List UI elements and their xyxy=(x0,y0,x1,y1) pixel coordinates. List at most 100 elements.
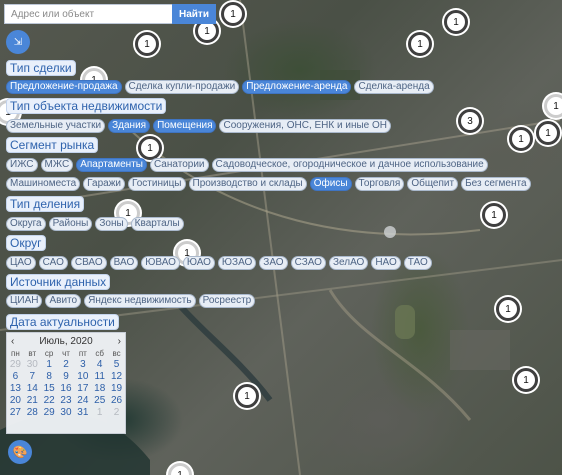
filter-chip[interactable]: САО xyxy=(38,256,68,270)
calendar-day[interactable]: 27 xyxy=(7,407,24,418)
calendar-day[interactable]: 9 xyxy=(58,371,75,382)
filter-chip[interactable]: Производство и склады xyxy=(188,177,307,191)
filter-chip[interactable]: Сделка купли-продажи xyxy=(124,80,240,94)
map-cluster-marker[interactable]: 1 xyxy=(138,136,162,160)
calendar-day[interactable]: 5 xyxy=(108,359,125,370)
filter-chip[interactable]: Кварталы xyxy=(130,217,184,231)
map-cluster-marker[interactable]: 1 xyxy=(544,94,562,118)
search-button[interactable]: Найти xyxy=(172,4,216,24)
calendar-day[interactable]: 18 xyxy=(91,383,108,394)
calendar-day[interactable]: 24 xyxy=(74,395,91,406)
calendar-day[interactable]: 4 xyxy=(91,359,108,370)
calendar-day[interactable]: 26 xyxy=(108,395,125,406)
calendar-day[interactable]: 2 xyxy=(108,407,125,418)
filter-chip[interactable]: Сооружения, ОНС, ЕНК и иные ОН xyxy=(219,119,391,133)
calendar-day[interactable]: 20 xyxy=(7,395,24,406)
calendar-day[interactable]: 30 xyxy=(58,407,75,418)
filter-chip[interactable]: ВАО xyxy=(109,256,139,270)
filter-chip[interactable]: Садоводческое, огородническое и дачное и… xyxy=(211,158,488,172)
calendar-day[interactable]: 1 xyxy=(41,359,58,370)
filter-chip[interactable]: Районы xyxy=(48,217,93,231)
calendar-day[interactable]: 8 xyxy=(41,371,58,382)
map-cluster-marker[interactable]: 1 xyxy=(444,10,468,34)
filter-chip[interactable]: ЮЗАО xyxy=(217,256,257,270)
filter-chip[interactable]: Округа xyxy=(6,217,46,231)
calendar-day[interactable]: 22 xyxy=(41,395,58,406)
filter-chip[interactable]: ЗАО xyxy=(259,256,288,270)
map-cluster-marker[interactable]: 1 xyxy=(514,368,538,392)
collapse-arrows-icon: ⇲ xyxy=(13,36,23,48)
calendar-day[interactable]: 25 xyxy=(91,395,108,406)
filter-chip[interactable]: Зоны xyxy=(95,217,128,231)
filter-chip[interactable]: ЦИАН xyxy=(6,294,43,308)
calendar-day[interactable]: 29 xyxy=(41,407,58,418)
collapse-panel-button[interactable]: ⇲ xyxy=(6,30,30,54)
filter-chip[interactable]: Машиноместа xyxy=(6,177,81,191)
filter-chip[interactable]: Земельные участки xyxy=(6,119,106,133)
calendar-day[interactable]: 15 xyxy=(41,383,58,394)
calendar-day[interactable]: 1 xyxy=(91,407,108,418)
filter-chip[interactable]: ИЖС xyxy=(6,158,38,172)
map-cluster-marker[interactable]: 1 xyxy=(482,203,506,227)
filter-chip[interactable]: Апартаменты xyxy=(76,158,147,172)
filter-chip[interactable]: НАО xyxy=(371,256,401,270)
chevron-right-icon[interactable]: › xyxy=(118,336,121,347)
search-input[interactable] xyxy=(4,4,172,24)
calendar-day[interactable]: 30 xyxy=(24,359,41,370)
map-cluster-marker[interactable]: 1 xyxy=(221,2,245,26)
calendar-day[interactable]: 11 xyxy=(91,371,108,382)
map-cluster-marker[interactable]: 1 xyxy=(536,121,560,145)
calendar-day[interactable]: 12 xyxy=(108,371,125,382)
filter-chip[interactable]: Авито xyxy=(45,294,82,308)
calendar-day[interactable]: 29 xyxy=(7,359,24,370)
map-cluster-marker[interactable]: 3 xyxy=(458,109,482,133)
map-cluster-marker[interactable]: 1 xyxy=(135,32,159,56)
filter-chip[interactable]: Гаражи xyxy=(83,177,125,191)
calendar-day[interactable]: 16 xyxy=(58,383,75,394)
calendar-day[interactable]: 6 xyxy=(7,371,24,382)
filter-chip[interactable]: Санатории xyxy=(149,158,209,172)
filter-chip[interactable]: ЮВАО xyxy=(141,256,180,270)
filter-chip[interactable]: ЗелАО xyxy=(328,256,369,270)
calendar-weekday: сб xyxy=(95,349,104,358)
map-cluster-marker[interactable]: 1 xyxy=(235,384,259,408)
calendar-day[interactable]: 28 xyxy=(24,407,41,418)
calendar-day[interactable]: 23 xyxy=(58,395,75,406)
filter-chip[interactable]: Помещения xyxy=(153,119,217,133)
calendar-day[interactable]: 13 xyxy=(7,383,24,394)
deal-type-heading: Тип сделки xyxy=(6,60,76,76)
calendar-day[interactable]: 14 xyxy=(24,383,41,394)
filter-chip[interactable]: ЮАО xyxy=(182,256,215,270)
filter-chip[interactable]: Торговля xyxy=(354,177,405,191)
filter-chip[interactable]: СВАО xyxy=(70,256,107,270)
filter-chip[interactable]: Без сегмента xyxy=(461,177,531,191)
calendar-day[interactable]: 17 xyxy=(74,383,91,394)
filter-chip[interactable]: Сделка-аренда xyxy=(354,80,434,94)
calendar-day[interactable]: 3 xyxy=(74,359,91,370)
palette-button[interactable]: 🎨 xyxy=(8,440,32,464)
calendar-day[interactable]: 10 xyxy=(74,371,91,382)
filter-chip[interactable]: Офисы xyxy=(309,177,352,191)
district-heading: Округ xyxy=(6,235,46,251)
filter-chip[interactable]: СЗАО xyxy=(290,256,326,270)
filter-chip[interactable]: Яндекс недвижимость xyxy=(84,294,196,308)
district-chips: ЦАО САО СВАО ВАО ЮВАО ЮАО ЮЗАО ЗАО СЗАО ЗелАО НАО Т… xyxy=(6,256,432,270)
filter-chip[interactable]: Гостиницы xyxy=(128,177,186,191)
calendar-day[interactable]: 19 xyxy=(108,383,125,394)
calendar-day[interactable]: 21 xyxy=(24,395,41,406)
filter-chip[interactable]: Предложение-аренда xyxy=(242,80,352,94)
filter-chip[interactable]: ЦАО xyxy=(6,256,36,270)
filter-chip[interactable]: Общепит xyxy=(407,177,459,191)
filter-chip[interactable]: ТАО xyxy=(403,256,432,270)
chevron-left-icon[interactable]: ‹ xyxy=(11,336,14,347)
filter-chip[interactable]: Здания xyxy=(108,119,151,133)
calendar-day[interactable]: 7 xyxy=(24,371,41,382)
calendar-day[interactable]: 31 xyxy=(74,407,91,418)
calendar-day[interactable]: 2 xyxy=(58,359,75,370)
map-cluster-marker[interactable]: 1 xyxy=(496,297,520,321)
filter-chip[interactable]: Предложение-продажа xyxy=(6,80,122,94)
map-cluster-marker[interactable]: 1 xyxy=(408,32,432,56)
filter-chip[interactable]: Росреестр xyxy=(198,294,256,308)
filter-chip[interactable]: МЖС xyxy=(40,158,74,172)
map-cluster-marker[interactable]: 1 xyxy=(509,127,533,151)
